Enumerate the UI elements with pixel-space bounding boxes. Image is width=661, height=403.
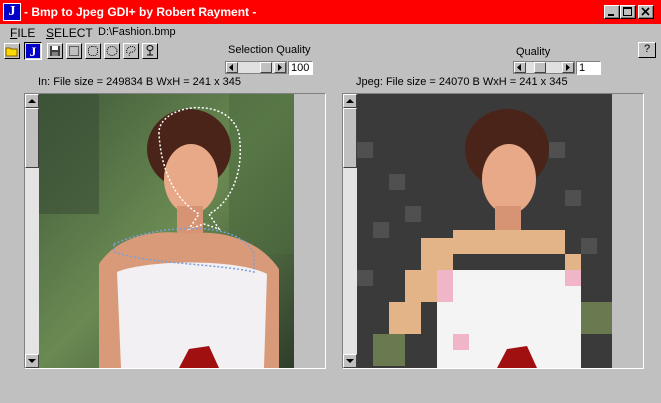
menu-file[interactable]: FILE (10, 26, 35, 40)
selection-quality-right-arrow[interactable] (274, 62, 286, 73)
input-image-pane (24, 93, 326, 369)
close-button[interactable] (638, 5, 654, 19)
quality-right-arrow[interactable] (562, 62, 574, 73)
quality-label: Quality (516, 46, 551, 58)
clear-select-button[interactable] (142, 43, 158, 59)
jpeg-scroll-up-button[interactable] (343, 94, 357, 108)
input-file-info: In: File size = 249834 B WxH = 241 x 345 (38, 76, 242, 88)
input-scroll-thumb[interactable] (25, 108, 39, 168)
arrow-right-icon (278, 64, 282, 71)
title-bar[interactable]: J - Bmp to Jpeg GDI+ by Robert Rayment - (0, 0, 661, 24)
menu-select[interactable]: SELECT (46, 26, 93, 40)
quality-value[interactable]: 1 (576, 61, 601, 75)
selection-quality-left-arrow[interactable] (226, 62, 238, 73)
input-image[interactable] (39, 94, 294, 368)
arrow-right-icon (566, 64, 570, 71)
quality-thumb[interactable] (534, 62, 546, 73)
open-icon (5, 47, 18, 57)
ellipse-select-icon (106, 46, 118, 56)
rect-select-icon (69, 46, 79, 56)
window-title: - Bmp to Jpeg GDI+ by Robert Rayment - (24, 5, 257, 19)
arrow-down-icon (346, 359, 354, 363)
input-scroll-down-button[interactable] (25, 354, 39, 368)
selection-quality-slider[interactable] (225, 61, 287, 74)
rounded-select-button[interactable] (85, 43, 101, 59)
arrow-left-icon (229, 64, 233, 71)
menu-bar: FILE SELECT D:\Fashion.bmp (0, 24, 661, 42)
lasso-icon (126, 46, 136, 57)
minimize-icon (608, 14, 614, 16)
jpeg-icon: J (26, 44, 40, 59)
close-icon (641, 7, 650, 16)
jpeg-scroll-thumb[interactable] (343, 108, 357, 168)
rect-select-button[interactable] (66, 43, 82, 59)
menu-select-accel: S (46, 26, 55, 40)
jpeg-image-pane (342, 93, 644, 369)
rounded-select-icon (88, 46, 98, 56)
arrow-up-icon (28, 99, 36, 103)
lasso-button[interactable] (123, 43, 139, 59)
input-vertical-scrollbar[interactable] (25, 94, 39, 368)
jpeg-scroll-down-button[interactable] (343, 354, 357, 368)
svg-text:J: J (30, 44, 37, 59)
file-path: D:\Fashion.bmp (98, 26, 176, 38)
clear-select-icon (146, 45, 154, 56)
jpeg-vertical-scrollbar[interactable] (343, 94, 357, 368)
minimize-button[interactable] (604, 5, 620, 19)
selection-quality-label: Selection Quality (228, 44, 311, 56)
save-icon (50, 46, 60, 56)
input-scroll-up-button[interactable] (25, 94, 39, 108)
maximize-button[interactable] (620, 5, 636, 19)
selection-quality-thumb[interactable] (260, 62, 272, 73)
open-button[interactable] (4, 43, 20, 59)
maximize-icon (623, 7, 632, 16)
quality-left-arrow[interactable] (514, 62, 526, 73)
help-button[interactable]: ? (638, 42, 656, 58)
jpeg-button[interactable]: J (24, 42, 42, 60)
ellipse-select-button[interactable] (104, 43, 120, 59)
menu-select-label: ELECT (54, 26, 93, 40)
arrow-up-icon (346, 99, 354, 103)
app-window: J - Bmp to Jpeg GDI+ by Robert Rayment -… (0, 0, 661, 403)
jpeg-image[interactable] (357, 94, 612, 368)
arrow-left-icon (517, 64, 521, 71)
selection-quality-value[interactable]: 100 (288, 61, 313, 75)
quality-slider[interactable] (513, 61, 575, 74)
save-button[interactable] (47, 43, 63, 59)
arrow-down-icon (28, 359, 36, 363)
app-icon[interactable]: J (3, 3, 21, 21)
menu-file-label: ILE (17, 26, 36, 40)
jpeg-file-info: Jpeg: File size = 24070 B WxH = 241 x 34… (356, 76, 568, 88)
